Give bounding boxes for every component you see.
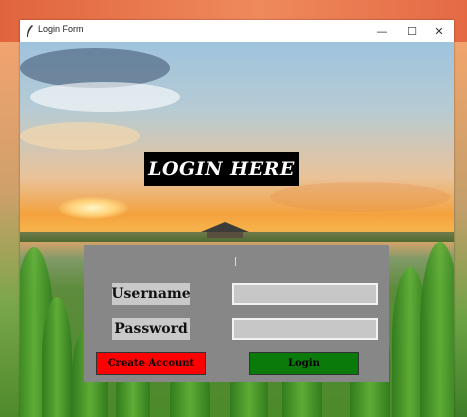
sun [58, 197, 128, 219]
cloud [30, 82, 180, 112]
close-icon: ✕ [434, 24, 444, 38]
text-cursor [235, 257, 236, 266]
username-input[interactable] [232, 283, 378, 305]
maximize-button[interactable]: ☐ [397, 20, 427, 42]
feather-icon [27, 25, 33, 37]
cloud [270, 182, 450, 212]
window-title: Login Form [38, 24, 84, 34]
login-button[interactable]: Login [249, 352, 359, 375]
login-panel: Username Password Create Account Login [84, 245, 389, 382]
password-label: Password [112, 318, 190, 340]
hut [201, 222, 249, 238]
close-button[interactable]: ✕ [424, 20, 454, 42]
background-edge-left [0, 42, 20, 417]
title-bar[interactable]: Login Form — ☐ ✕ [20, 20, 454, 42]
minimize-button[interactable]: — [367, 20, 397, 42]
password-input[interactable] [232, 318, 378, 340]
login-heading-text: LOGIN HERE [148, 158, 295, 180]
maximize-icon: ☐ [407, 24, 417, 38]
username-label: Username [111, 283, 191, 305]
minimize-icon: — [376, 24, 388, 38]
login-heading: LOGIN HERE [144, 152, 299, 186]
background-edge-right [453, 42, 467, 417]
corn-plant [42, 297, 72, 417]
cloud [20, 122, 140, 150]
background-image: LOGIN HERE Username Password Create Acco… [20, 42, 454, 417]
corn-plant [420, 242, 454, 417]
create-account-button[interactable]: Create Account [96, 352, 206, 375]
login-window: Login Form — ☐ ✕ LOGIN HERE Username Pas… [20, 20, 454, 417]
